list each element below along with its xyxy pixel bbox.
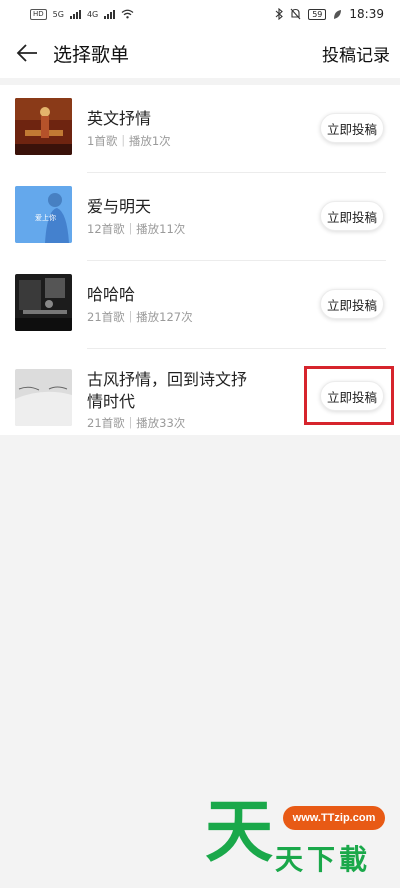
network-type-1: 5G bbox=[52, 9, 64, 19]
bluetooth-icon bbox=[275, 8, 284, 20]
battery-icon: 59 bbox=[308, 8, 327, 20]
signal-icon bbox=[69, 9, 81, 19]
leaf-icon bbox=[334, 9, 342, 19]
playlist-item[interactable]: 爱上你 爱与明天 12首歌｜播放11次 立即投稿 bbox=[0, 173, 400, 261]
playlist-meta: 1首歌｜播放1次 bbox=[87, 134, 171, 148]
playlist-item[interactable]: 哈哈哈 21首歌｜播放127次 立即投稿 bbox=[0, 261, 400, 349]
cover-art-image bbox=[15, 98, 72, 155]
back-button[interactable] bbox=[14, 40, 40, 66]
page-title: 选择歌单 bbox=[53, 43, 130, 66]
playlist-cover: 爱上你 bbox=[15, 186, 72, 243]
cover-text: 爱上你 bbox=[35, 213, 56, 222]
hd-badge: HD bbox=[30, 8, 47, 20]
playlist-cover bbox=[15, 98, 72, 155]
playlist-name: 爱与明天 bbox=[87, 197, 152, 216]
playlist-cover bbox=[15, 274, 72, 331]
playlist-meta: 21首歌｜播放33次 bbox=[87, 416, 186, 430]
playlist-cover bbox=[15, 369, 72, 426]
watermark-url: www.TTzip.com bbox=[283, 806, 385, 830]
status-left: HD 5G 4G bbox=[30, 8, 134, 20]
playlist-item[interactable]: 古风抒情，回到诗文抒情时代 21首歌｜播放33次 立即投稿 bbox=[0, 349, 400, 439]
cover-art-image bbox=[15, 369, 72, 426]
status-right: 59 18:39 bbox=[275, 7, 384, 21]
top-bar: 选择歌单 投稿记录 bbox=[0, 28, 400, 78]
clock: 18:39 bbox=[349, 7, 384, 21]
playlist-meta: 12首歌｜播放11次 bbox=[87, 222, 186, 236]
mute-bell-icon bbox=[290, 8, 301, 20]
playlist-name: 古风抒情，回到诗文抒情时代 bbox=[87, 370, 248, 411]
cover-art-image bbox=[15, 274, 72, 331]
status-bar: HD 5G 4G 59 18:39 bbox=[0, 0, 400, 28]
watermark-big-char: 天 bbox=[205, 793, 274, 872]
submit-button[interactable]: 立即投稿 bbox=[320, 289, 384, 319]
playlist-item[interactable]: 英文抒情 1首歌｜播放1次 立即投稿 bbox=[0, 85, 400, 173]
submission-history-link[interactable]: 投稿记录 bbox=[322, 41, 390, 66]
watermark-text: 天下載 bbox=[275, 843, 372, 876]
playlist-name: 英文抒情 bbox=[87, 109, 152, 128]
watermark-logo: 天 www.TTzip.com 天下載 bbox=[205, 793, 395, 880]
playlist-list: 英文抒情 1首歌｜播放1次 立即投稿 爱上你 爱与明天 12首歌｜播放11次 立… bbox=[0, 85, 400, 435]
submit-button[interactable]: 立即投稿 bbox=[320, 201, 384, 231]
network-type-2: 4G bbox=[86, 9, 99, 19]
wifi-icon bbox=[121, 9, 134, 19]
playlist-name: 哈哈哈 bbox=[87, 285, 136, 304]
cover-art-image: 爱上你 bbox=[15, 186, 72, 243]
submit-button[interactable]: 立即投稿 bbox=[320, 381, 384, 411]
signal-icon-2 bbox=[104, 9, 116, 19]
playlist-meta: 21首歌｜播放127次 bbox=[87, 310, 193, 324]
submit-button[interactable]: 立即投稿 bbox=[320, 113, 384, 143]
arrow-left-icon bbox=[16, 44, 37, 62]
